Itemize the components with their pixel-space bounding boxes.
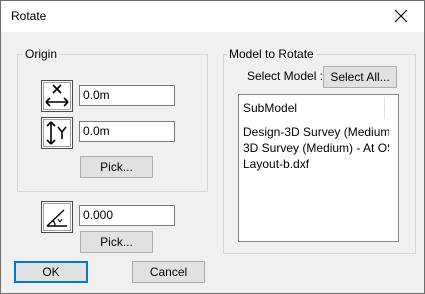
dialog-title: Rotate <box>11 9 47 23</box>
origin-group-label: Origin <box>23 47 60 61</box>
close-button[interactable] <box>378 1 424 32</box>
origin-x-input[interactable]: 0.0m <box>79 85 175 106</box>
list-item[interactable]: 3D Survey (Medium) - At OS... <box>243 140 389 156</box>
submodel-rows: Design-3D Survey (Medium)... 3D Survey (… <box>243 124 389 172</box>
origin-y-input[interactable]: 0.0m <box>79 121 175 142</box>
origin-pick-button[interactable]: Pick... <box>80 156 153 178</box>
title-bar: Rotate <box>1 1 424 32</box>
close-icon <box>394 9 408 23</box>
angle-pick-button[interactable]: Pick... <box>80 231 153 253</box>
submodel-column-header[interactable]: SubModel <box>243 101 297 115</box>
select-all-button[interactable]: Select All... <box>323 66 397 88</box>
model-group-label: Model to Rotate <box>227 47 316 61</box>
ok-button[interactable]: OK <box>14 261 88 283</box>
submodel-list[interactable]: SubModel Design-3D Survey (Medium)... 3D… <box>238 94 399 242</box>
column-separator <box>384 97 385 119</box>
angle-input[interactable]: 0.000 <box>79 205 175 226</box>
x-axis-arrows-icon <box>41 80 73 112</box>
angle-icon <box>41 201 73 233</box>
list-item[interactable]: Design-3D Survey (Medium)... <box>243 124 389 140</box>
y-axis-arrows-icon <box>41 117 73 149</box>
rotate-dialog: Rotate Origin 0.0m 0.0m Pick... 0.000 Pi… <box>0 0 425 294</box>
select-model-label: Select Model : <box>247 69 324 83</box>
cancel-button[interactable]: Cancel <box>132 261 205 283</box>
list-item[interactable]: Layout-b.dxf <box>243 156 389 172</box>
